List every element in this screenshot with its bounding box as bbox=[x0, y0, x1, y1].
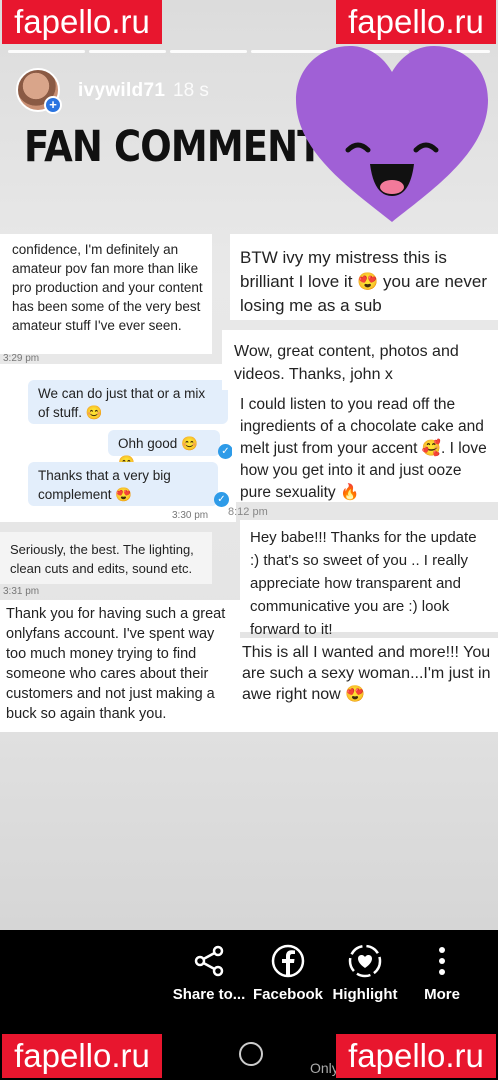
watermark: fapello.ru bbox=[2, 0, 162, 44]
heart-face-icon bbox=[296, 46, 488, 222]
footer-text: Only bbox=[310, 1060, 339, 1076]
progress-segment bbox=[170, 50, 247, 53]
share-button[interactable]: Share to... bbox=[164, 944, 254, 1003]
progress-segment bbox=[89, 50, 166, 53]
message-timestamp: 3:31 pm bbox=[3, 586, 40, 597]
message-timestamp: 3:30 pm bbox=[172, 510, 209, 521]
progress-segment bbox=[8, 50, 85, 53]
read-receipt-icon: ✓ bbox=[218, 444, 233, 459]
message-timestamp: 3:29 pm bbox=[3, 353, 40, 364]
comment-card: I could listen to you read off the ingre… bbox=[232, 390, 498, 502]
comment-card: Hey babe!!! Thanks for the update :) tha… bbox=[240, 520, 498, 638]
share-icon bbox=[194, 945, 224, 977]
more-button[interactable]: More bbox=[397, 944, 487, 1003]
facebook-icon bbox=[271, 944, 305, 978]
watermark: fapello.ru bbox=[336, 1034, 496, 1078]
comment-card: BTW ivy my mistress this is brilliant I … bbox=[230, 234, 498, 320]
chat-message: Ohh good 😊😊 bbox=[108, 430, 220, 470]
chat-message: We can do just that or a mix of stuff. 😊 bbox=[28, 380, 228, 424]
highlight-icon bbox=[348, 944, 382, 978]
share-label: Share to... bbox=[172, 986, 246, 1003]
story-time: 18 s bbox=[173, 80, 209, 101]
comment-card: This is all I wanted and more!!! You are… bbox=[236, 638, 498, 732]
read-receipt-icon: ✓ bbox=[214, 492, 229, 507]
chat-screenshot: We can do just that or a mix of stuff. 😊… bbox=[0, 364, 236, 522]
story-image: + ivywild71 18 s FAN COMMENTS confidence… bbox=[0, 0, 498, 930]
more-icon bbox=[439, 947, 445, 975]
comment-card: Thank you for having such a great onlyfa… bbox=[0, 600, 240, 732]
message-timestamp: 8:12 pm bbox=[228, 506, 268, 518]
comment-card: Seriously, the best. The lighting, clean… bbox=[0, 532, 212, 584]
watermark: fapello.ru bbox=[2, 1034, 162, 1078]
watermark: fapello.ru bbox=[336, 0, 496, 44]
add-icon[interactable]: + bbox=[44, 96, 62, 114]
chat-message: Thanks that a very big complement 😍 bbox=[28, 462, 218, 506]
username[interactable]: ivywild71 bbox=[78, 80, 165, 102]
comment-card: Wow, great content, photos and videos. T… bbox=[222, 330, 498, 390]
home-button[interactable] bbox=[239, 1042, 263, 1066]
comment-card: confidence, I'm definitely an amateur po… bbox=[0, 234, 212, 354]
more-label: More bbox=[424, 986, 460, 1003]
